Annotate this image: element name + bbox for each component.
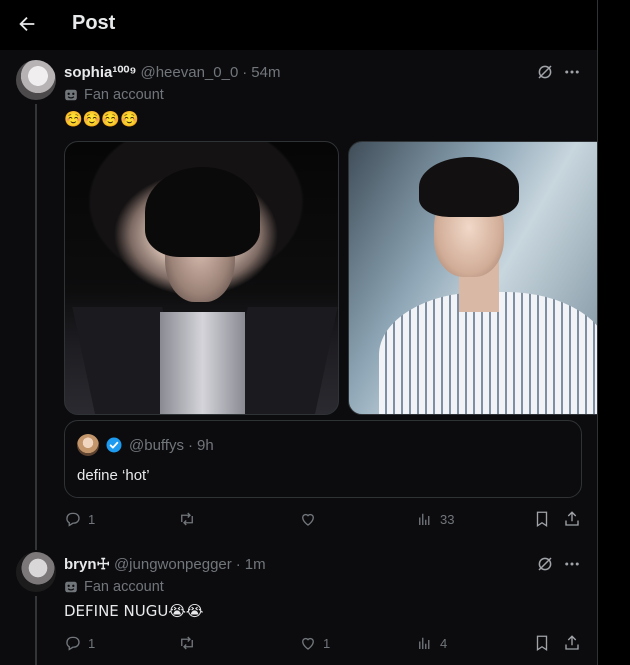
bookmark-button[interactable] (533, 634, 551, 652)
separator-dot: · (187, 437, 193, 454)
views-count: 4 (440, 635, 448, 651)
action-bar: 1 1 4 (64, 634, 598, 654)
display-name[interactable]: bryn☩ (64, 555, 110, 573)
user-handle[interactable]: @jungwonpegger (114, 556, 232, 573)
back-arrow-icon[interactable] (16, 13, 38, 35)
grok-icon[interactable] (536, 63, 554, 81)
quoted-text: define ‘hot’ (77, 467, 150, 484)
quoted-time: 9h (196, 437, 214, 454)
repost-button[interactable] (178, 510, 202, 528)
like-button[interactable] (299, 510, 323, 528)
post-column: Post sophia¹⁰⁰⁹ @heevan_0_0 · 54m Fan ac… (0, 0, 598, 665)
share-button[interactable] (563, 510, 581, 528)
like-count: 1 (323, 635, 331, 651)
avatar[interactable] (16, 552, 56, 592)
action-bar: 1 33 (64, 510, 598, 530)
timestamp[interactable]: 54m (251, 64, 280, 81)
fan-account-label: Fan account (64, 579, 164, 595)
share-button[interactable] (563, 634, 581, 652)
page-title: Post (72, 12, 116, 34)
repost-icon (181, 636, 193, 650)
tweet-text: ☺️☺️☺️☺️ (64, 110, 139, 128)
more-icon[interactable] (563, 63, 581, 81)
tweet-header: sophia¹⁰⁰⁹ @heevan_0_0 · 54m (64, 63, 280, 81)
views-icon (419, 513, 430, 525)
bookmark-icon (536, 511, 548, 528)
thread-line (35, 542, 37, 550)
reply-button[interactable]: 1 (64, 634, 95, 652)
label-text: Fan account (84, 87, 164, 103)
grok-icon[interactable] (536, 555, 554, 573)
tweet-main[interactable]: sophia¹⁰⁰⁹ @heevan_0_0 · 54m Fan account… (0, 50, 598, 542)
bookmark-button[interactable] (533, 510, 551, 528)
separator-dot: · (235, 556, 241, 573)
thread-line (35, 596, 37, 665)
tweet-header: bryn☩ @jungwonpegger · 1m (64, 555, 266, 573)
fan-account-label: Fan account (64, 87, 164, 103)
reply-count: 1 (88, 511, 96, 527)
reply-icon (66, 512, 80, 527)
repost-icon (181, 512, 193, 526)
tweet-reply[interactable]: bryn☩ @jungwonpegger · 1m Fan account DE… (0, 542, 598, 665)
repost-button[interactable] (178, 634, 202, 652)
column-divider (597, 0, 598, 665)
tweet-text: DEFINE NUGU😭😭 (64, 602, 204, 620)
media-image-1[interactable] (64, 141, 339, 415)
media-gallery (64, 141, 598, 415)
media-image-2[interactable] (348, 141, 598, 415)
reply-button[interactable]: 1 (64, 510, 95, 528)
quoted-avatar (77, 434, 99, 456)
verified-badge-icon (106, 437, 122, 453)
avatar[interactable] (16, 60, 56, 100)
like-button[interactable]: 1 (299, 634, 330, 652)
thread-line (35, 104, 37, 542)
header: Post (0, 0, 598, 50)
display-name[interactable]: sophia¹⁰⁰⁹ (64, 63, 136, 81)
fan-mask-icon (65, 581, 77, 593)
separator-dot: · (242, 64, 248, 81)
share-icon (565, 635, 579, 650)
quoted-handle: @buffys (129, 437, 184, 454)
bookmark-icon (536, 635, 548, 652)
views-button[interactable]: 33 (416, 510, 454, 528)
reply-icon (66, 636, 80, 651)
like-icon (302, 637, 314, 650)
user-handle[interactable]: @heevan_0_0 (140, 64, 238, 81)
more-icon[interactable] (563, 555, 581, 573)
views-count: 33 (440, 511, 455, 527)
label-text: Fan account (84, 579, 164, 595)
timestamp[interactable]: 1m (245, 556, 266, 573)
quoted-meta: @buffys · 9h (129, 437, 214, 454)
views-icon (419, 637, 430, 649)
fan-mask-icon (65, 89, 77, 101)
views-button[interactable]: 4 (416, 634, 447, 652)
like-icon (302, 513, 314, 526)
share-icon (565, 511, 579, 526)
quoted-post[interactable]: @buffys · 9h define ‘hot’ (64, 420, 582, 498)
reply-count: 1 (88, 635, 96, 651)
